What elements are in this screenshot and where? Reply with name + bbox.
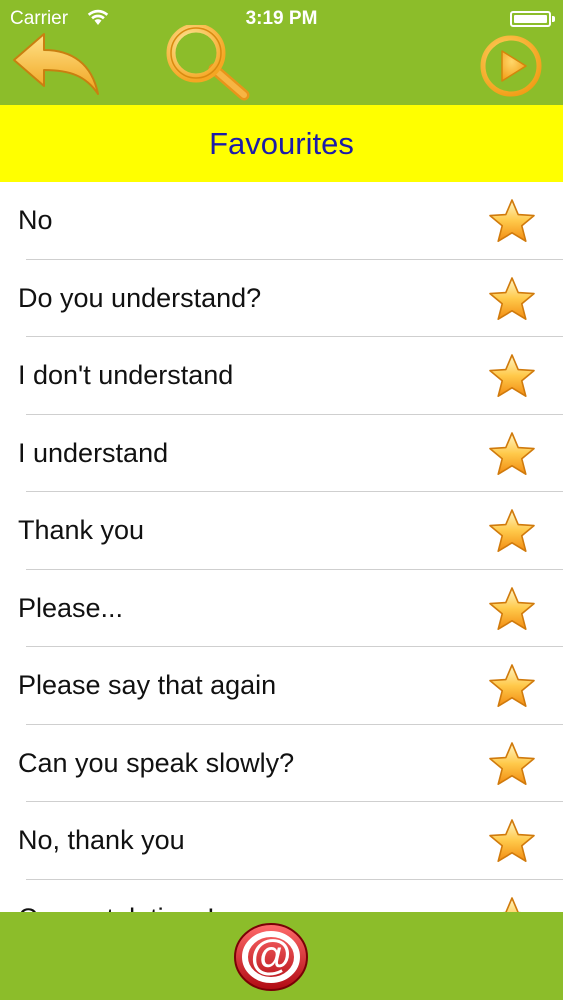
list-item[interactable]: No, thank you: [0, 802, 563, 880]
back-arrow-icon[interactable]: [10, 30, 102, 98]
star-icon[interactable]: [487, 663, 537, 709]
list-item[interactable]: Do you understand?: [0, 260, 563, 337]
star-icon[interactable]: [487, 896, 537, 913]
list-item-label: I don't understand: [18, 360, 234, 391]
list-item-label: Do you understand?: [18, 282, 262, 313]
list-item-label: Thank you: [18, 515, 145, 546]
star-icon[interactable]: [487, 741, 537, 787]
magnifier-icon[interactable]: [160, 25, 255, 103]
list-item-label: No: [18, 205, 53, 236]
list-item[interactable]: No: [0, 182, 563, 260]
list-item[interactable]: I don't understand: [0, 337, 563, 415]
list-item-label: Please...: [18, 592, 124, 623]
list-item[interactable]: Please...: [0, 570, 563, 647]
star-icon[interactable]: [487, 276, 537, 322]
battery-icon: [510, 11, 555, 27]
top-toolbar: Carrier 3:19 PM: [0, 0, 563, 105]
list-item[interactable]: Congratulations!: [0, 880, 563, 913]
list-item-label: Can you speak slowly?: [18, 747, 295, 778]
star-icon[interactable]: [487, 586, 537, 632]
list-item[interactable]: Thank you: [0, 492, 563, 570]
star-icon[interactable]: [487, 431, 537, 477]
star-icon[interactable]: [487, 508, 537, 554]
bottom-toolbar: @: [0, 912, 563, 1000]
list-item-label: I understand: [18, 437, 169, 468]
list-item-label: Please say that again: [18, 670, 277, 701]
status-time: 3:19 PM: [245, 8, 318, 29]
list-item[interactable]: I understand: [0, 415, 563, 492]
list-item[interactable]: Please say that again: [0, 647, 563, 725]
page-title: Favourites: [209, 126, 354, 161]
star-icon[interactable]: [487, 818, 537, 864]
list-item[interactable]: Can you speak slowly?: [0, 725, 563, 802]
play-icon[interactable]: [480, 35, 542, 97]
at-sign-icon[interactable]: @: [229, 917, 313, 995]
page-title-bar: Favourites: [0, 105, 563, 182]
star-icon[interactable]: [487, 353, 537, 399]
favourites-list: No Do you understand? I don't understand…: [0, 182, 563, 912]
list-item-label: Congratulations!: [18, 903, 215, 912]
star-icon[interactable]: [487, 198, 537, 244]
list-item-label: No, thank you: [18, 825, 185, 856]
svg-text:@: @: [251, 931, 292, 978]
